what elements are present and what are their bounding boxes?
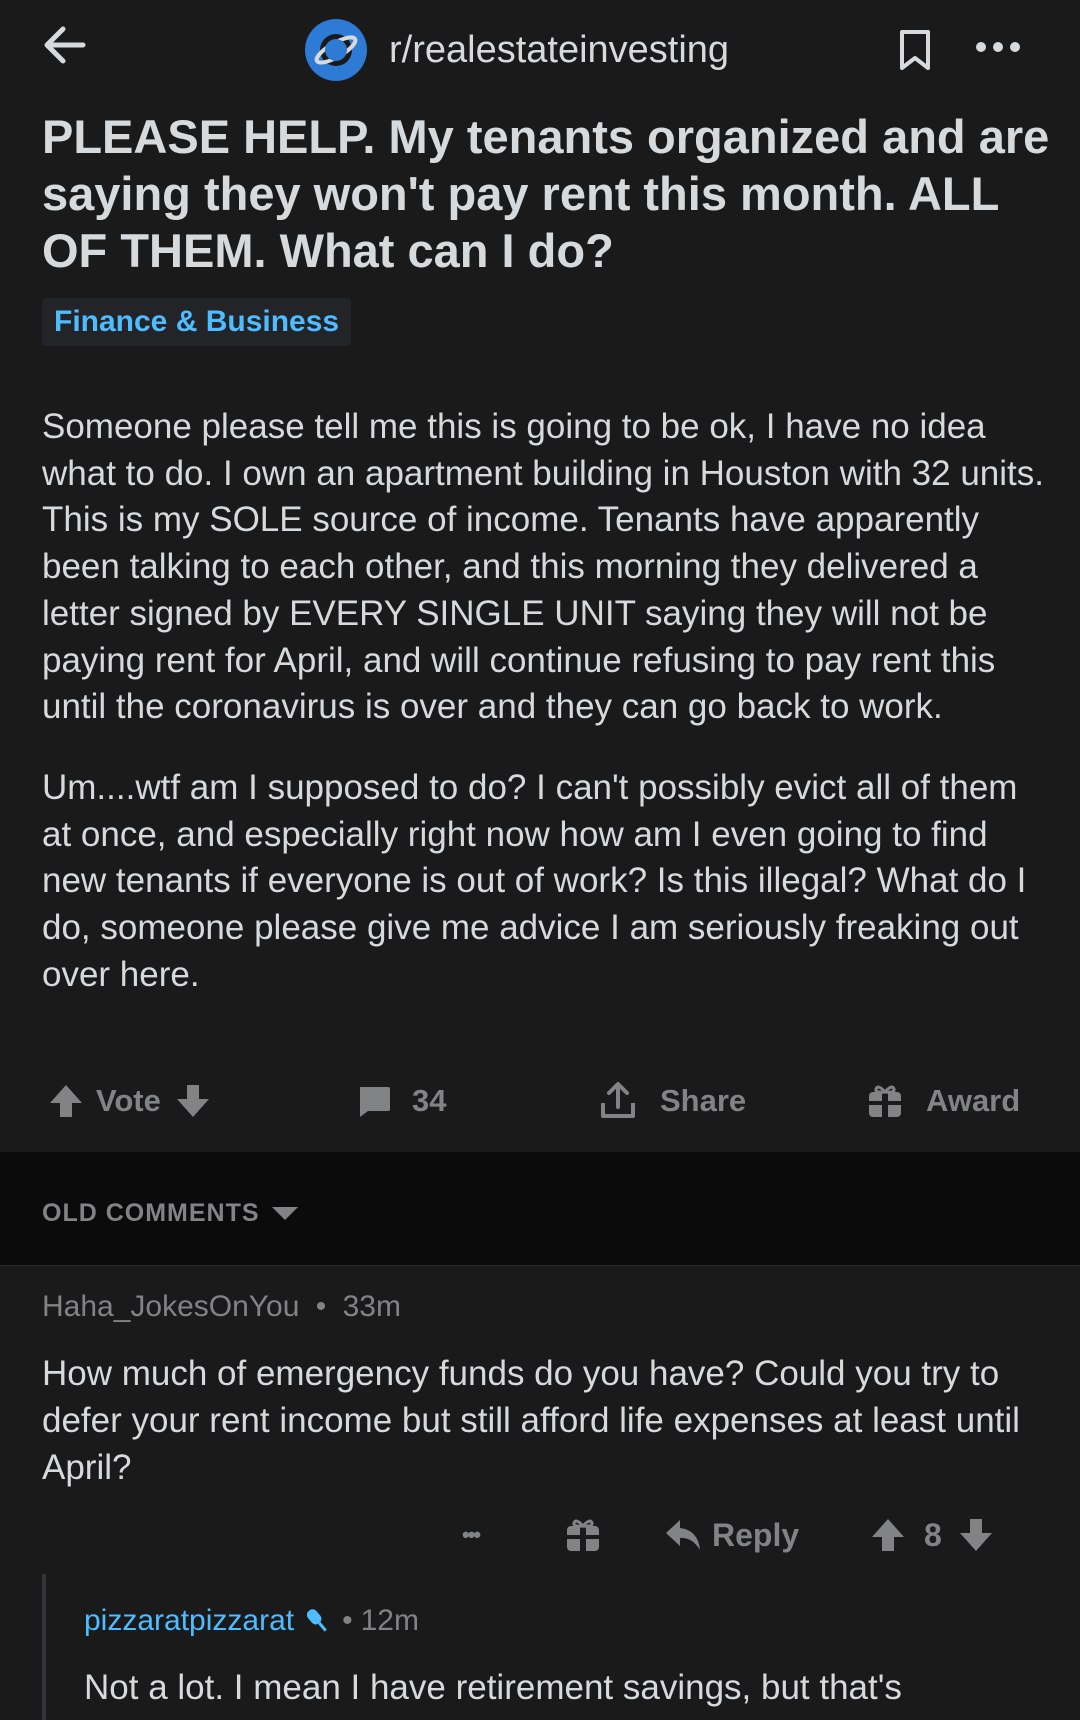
comment-award-button[interactable]	[564, 1505, 602, 1565]
meta-separator: •	[315, 1290, 327, 1323]
comment-sort-dropdown[interactable]: OLD COMMENTS	[42, 1196, 300, 1230]
comment-body: How much of emergency funds do you have?…	[42, 1354, 1020, 1487]
comment-downvote-button[interactable]	[958, 1517, 994, 1553]
top-bar: r/realestateinvesting	[0, 0, 1080, 100]
gift-award-icon	[869, 1085, 901, 1117]
subreddit-name: r/realestateinvesting	[389, 28, 730, 71]
comment-reply-button[interactable]: Reply	[664, 1505, 799, 1565]
share-button[interactable]: Share	[598, 1068, 746, 1134]
comment-more-button[interactable]: •••	[462, 1505, 481, 1565]
reply-arrow-icon	[666, 1520, 700, 1550]
comment-age: 33m	[342, 1290, 401, 1323]
comment-username[interactable]: pizzaratpizzarat	[84, 1604, 294, 1638]
downvote-button[interactable]	[175, 1083, 211, 1119]
award-label: Award	[926, 1083, 1021, 1118]
comment-bubble-icon	[360, 1087, 390, 1117]
comment-meta: Haha_JokesOnYou • 33m	[42, 1290, 401, 1324]
upvote-arrow-icon	[872, 1519, 904, 1551]
post-title: PLEASE HELP. My tenants organized and ar…	[42, 110, 1050, 277]
more-dots-icon: •••	[462, 1522, 481, 1547]
comment-age: 12m	[360, 1604, 419, 1637]
back-button[interactable]	[36, 20, 92, 70]
subreddit-link[interactable]: r/realestateinvesting	[305, 18, 729, 82]
post-paragraph: Um....wtf am I supposed to do? I can't p…	[42, 767, 1027, 994]
subreddit-avatar-icon	[305, 19, 367, 81]
comment-vote-control: 8	[870, 1505, 994, 1565]
post-action-bar: Vote 34 Share Award	[0, 1068, 1080, 1134]
bookmark-button[interactable]	[890, 22, 940, 78]
post-paragraph: Someone please tell me this is going to …	[42, 407, 1044, 727]
bookmark-icon	[900, 30, 930, 70]
comment-username[interactable]: Haha_JokesOnYou	[42, 1290, 299, 1323]
post-flair[interactable]: Finance & Business	[42, 298, 352, 346]
share-label: Share	[660, 1083, 747, 1118]
more-options-button[interactable]	[968, 24, 1028, 70]
vote-control: Vote	[48, 1068, 211, 1134]
meta-separator: •	[342, 1604, 353, 1637]
comment-meta: pizzaratpizzarat • 12m	[84, 1604, 419, 1638]
caret-down-icon	[271, 1207, 298, 1220]
reply-thread-line[interactable]	[42, 1574, 46, 1720]
comment-body: Not a lot. I mean I have retirement savi…	[84, 1668, 902, 1707]
sort-label: OLD COMMENTS	[42, 1198, 260, 1227]
share-upload-icon	[601, 1082, 635, 1118]
comment-action-bar: ••• Reply 8	[0, 1505, 1080, 1565]
downvote-arrow-icon	[176, 1085, 209, 1117]
comments-button[interactable]: 34	[356, 1068, 446, 1134]
gift-award-icon	[567, 1519, 599, 1551]
op-microphone-icon	[306, 1609, 327, 1632]
comment-upvote-button[interactable]	[870, 1517, 906, 1553]
award-button[interactable]: Award	[866, 1068, 1020, 1134]
comments-count: 34	[412, 1083, 447, 1118]
comments-sort-bar: OLD COMMENTS	[0, 1152, 1080, 1266]
post-body: Someone please tell me this is going to …	[42, 404, 1052, 1032]
upvote-arrow-icon	[50, 1085, 82, 1117]
reply-label: Reply	[712, 1516, 800, 1553]
downvote-arrow-icon	[959, 1519, 992, 1551]
vote-label: Vote	[96, 1083, 161, 1118]
arrow-left-icon	[44, 26, 86, 64]
upvote-button[interactable]	[48, 1083, 84, 1119]
comment-score: 8	[924, 1516, 942, 1553]
more-dots-icon	[976, 42, 1020, 52]
